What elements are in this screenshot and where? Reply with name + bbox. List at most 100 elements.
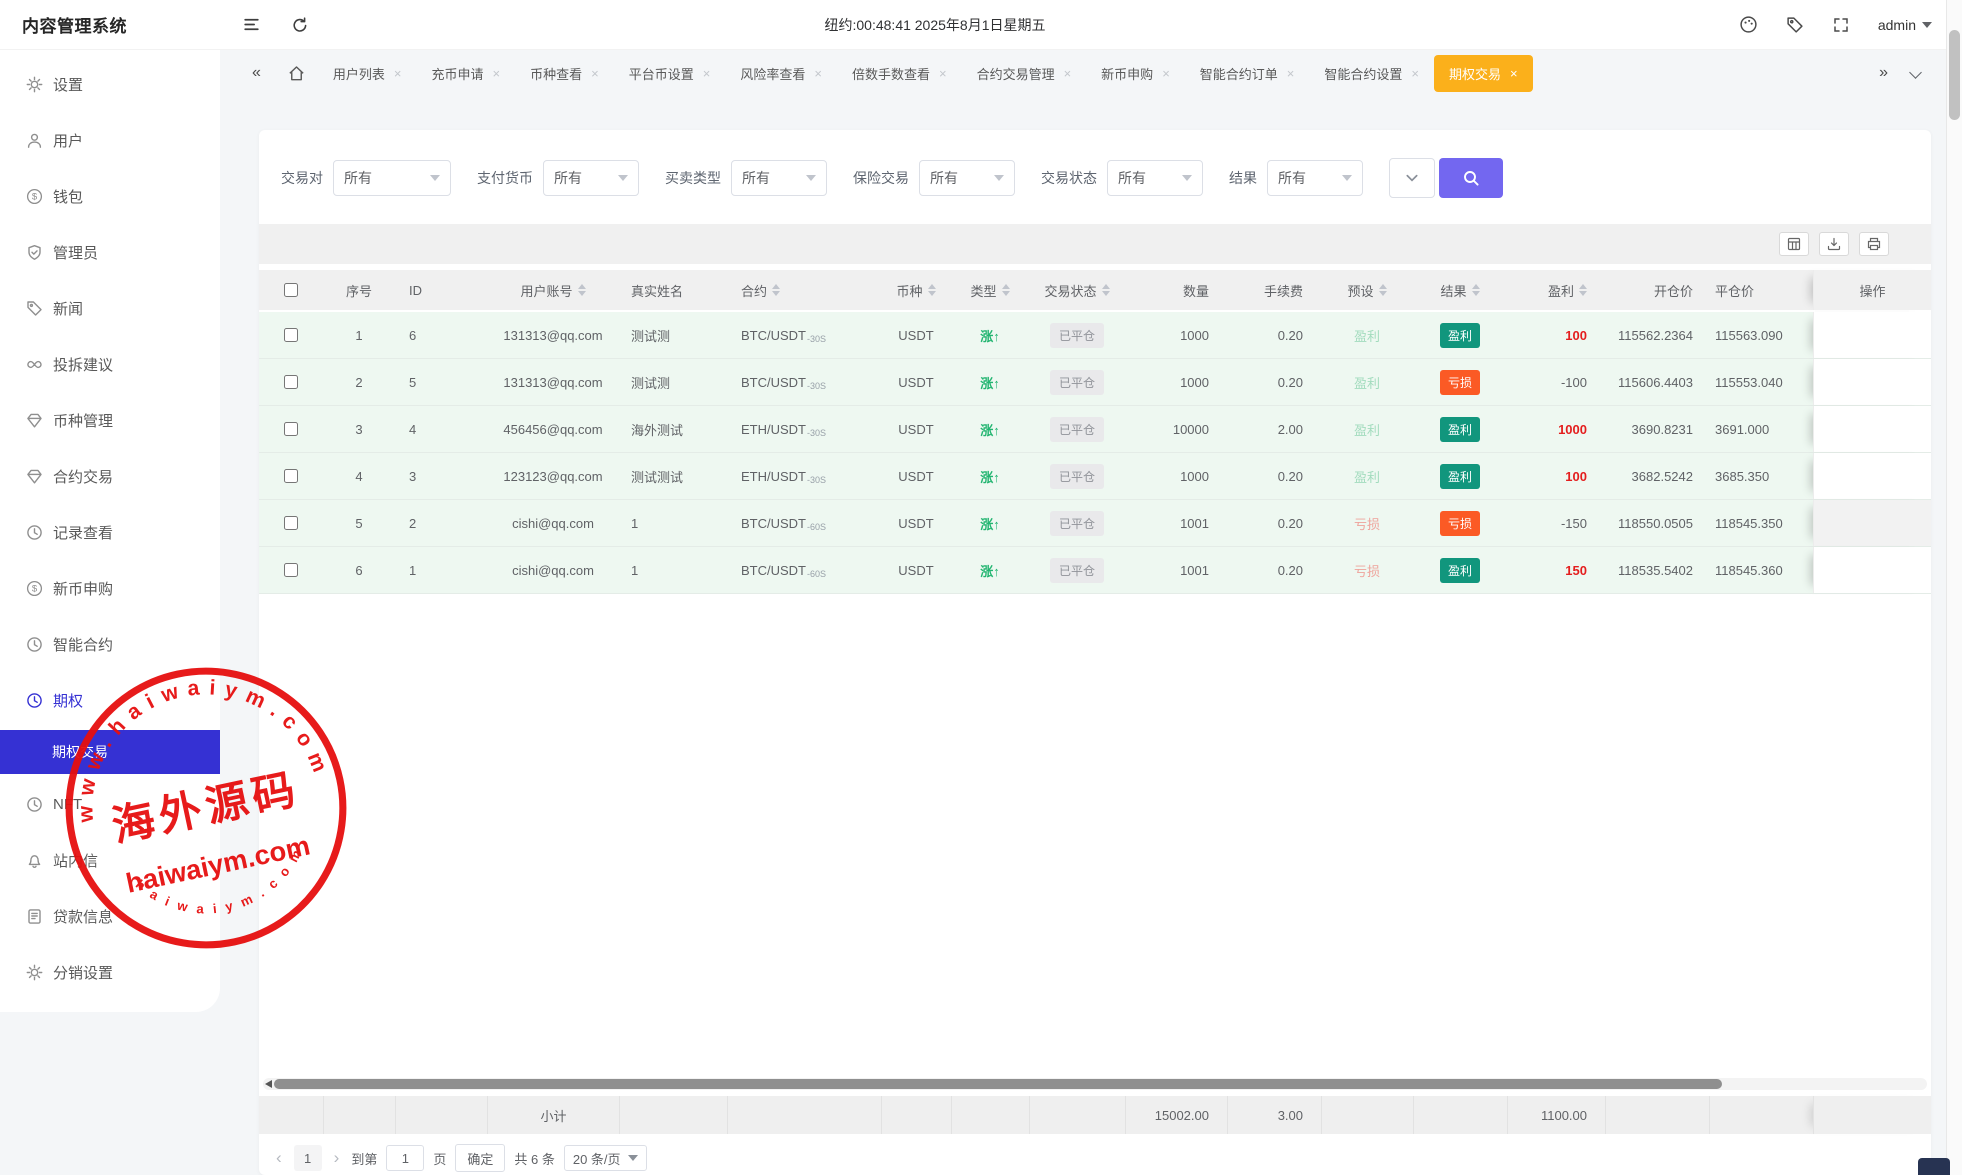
tab-item[interactable]: 倍数手数查看× [837,55,962,92]
close-icon[interactable]: × [1064,67,1072,80]
sort-icon[interactable] [928,284,936,296]
export-icon[interactable] [1819,232,1849,256]
sort-icon[interactable] [578,284,586,296]
tab-item[interactable]: 充币申请× [417,55,516,92]
column-header[interactable]: 预设 [1321,270,1413,310]
page-number[interactable]: 1 [294,1145,322,1171]
sidebar-item-new-coin[interactable]: 新币申购 [0,560,220,616]
row-checkbox[interactable] [284,328,298,342]
scroll-left-arrow-icon[interactable] [265,1080,272,1088]
tab-item[interactable]: 风险率查看× [725,55,837,92]
column-header[interactable]: 开仓价 [1605,270,1709,310]
sort-icon[interactable] [772,284,780,296]
history-icon [26,524,43,541]
theme-icon[interactable] [1739,15,1758,34]
close-icon[interactable]: × [1510,67,1518,80]
filter-select-trade-type[interactable]: 所有 [731,160,827,196]
sidebar-item-settings[interactable]: 设置 [0,56,220,112]
filter-select-insurance[interactable]: 所有 [919,160,1015,196]
sidebar-item-wallet[interactable]: 钱包 [0,168,220,224]
sort-icon[interactable] [1579,284,1587,296]
close-icon[interactable]: × [591,67,599,80]
row-checkbox[interactable] [284,469,298,483]
vertical-scrollbar[interactable] [1946,0,1962,1175]
tabs-scroll-left-icon[interactable]: « [252,64,259,82]
goto-page-input[interactable] [386,1145,424,1171]
tag-icon[interactable] [1786,16,1804,34]
print-icon[interactable] [1859,232,1889,256]
expand-filters-button[interactable] [1389,158,1435,198]
sidebar-item-feedback[interactable]: 投拆建议 [0,336,220,392]
tab-item[interactable]: 合约交易管理× [962,55,1087,92]
subtotal-cell [1605,1096,1709,1134]
horizontal-scrollbar-thumb[interactable] [274,1079,1722,1089]
vertical-scrollbar-thumb[interactable] [1949,30,1960,120]
search-button[interactable] [1439,158,1503,198]
select-all-checkbox[interactable] [284,283,298,297]
tab-item[interactable]: 平台币设置× [614,55,726,92]
cell: 亏损 [1321,547,1413,593]
sort-icon[interactable] [1102,284,1110,296]
sort-icon[interactable] [1472,284,1480,296]
column-header[interactable]: 交易状态 [1029,270,1125,310]
fullscreen-icon[interactable] [1832,16,1850,34]
columns-icon[interactable] [1779,232,1809,256]
tabs-dropdown-icon[interactable] [1911,64,1920,82]
close-icon[interactable]: × [1287,67,1295,80]
page-size-select[interactable]: 20 条/页 [564,1145,647,1171]
column-header[interactable]: 币种 [881,270,951,310]
sidebar-item-records[interactable]: 记录查看 [0,504,220,560]
close-icon[interactable]: × [1162,67,1170,80]
user-menu[interactable]: admin [1878,17,1932,33]
confirm-button[interactable]: 确定 [455,1144,505,1172]
sort-icon[interactable] [1002,284,1010,296]
column-header[interactable]: 序号 [323,270,395,310]
tab-item[interactable]: 智能合约设置× [1309,55,1434,92]
column-header[interactable]: ID [395,270,487,310]
sidebar-item-users[interactable]: 用户 [0,112,220,168]
filter-select-result[interactable]: 所有 [1267,160,1363,196]
column-header[interactable]: 结果 [1413,270,1507,310]
tab-item[interactable]: 期权交易× [1434,55,1533,92]
row-checkbox[interactable] [284,422,298,436]
refresh-icon[interactable] [291,16,309,34]
tab-item[interactable]: 用户列表× [318,55,417,92]
status-badge: 已平仓 [1050,511,1104,536]
tabs-scroll-right-icon[interactable]: » [1879,64,1886,82]
filter-select-trade-status[interactable]: 所有 [1107,160,1203,196]
close-icon[interactable]: × [493,67,501,80]
column-header[interactable]: 用户账号 [487,270,619,310]
row-checkbox[interactable] [284,516,298,530]
column-header[interactable]: 合约 [727,270,881,310]
collapse-sidebar-icon[interactable] [242,15,261,34]
sidebar-item-admins[interactable]: 管理员 [0,224,220,280]
back-to-top-button[interactable] [1918,1158,1950,1175]
row-checkbox[interactable] [284,375,298,389]
tab-item[interactable]: 币种查看× [515,55,614,92]
sidebar-item-news[interactable]: 新闻 [0,280,220,336]
column-header[interactable]: 类型 [951,270,1029,310]
close-icon[interactable]: × [394,67,402,80]
horizontal-scrollbar[interactable] [263,1078,1927,1090]
sidebar-item-coin-manage[interactable]: 币种管理 [0,392,220,448]
close-icon[interactable]: × [939,67,947,80]
column-header[interactable]: 盈利 [1507,270,1605,310]
home-icon[interactable] [287,64,306,83]
column-header[interactable]: 真实姓名 [619,270,727,310]
close-icon[interactable]: × [1411,67,1419,80]
tab-item[interactable]: 智能合约订单× [1185,55,1310,92]
sort-icon[interactable] [1379,284,1387,296]
next-page-icon[interactable]: › [331,1148,343,1168]
close-icon[interactable]: × [703,67,711,80]
column-header[interactable]: 手续费 [1227,270,1321,310]
row-checkbox[interactable] [284,563,298,577]
column-header[interactable]: 数量 [1125,270,1227,310]
column-header[interactable]: 操作 [1813,270,1931,310]
filter-select-trading-pair[interactable]: 所有 [333,160,451,196]
filter-select-pay-currency[interactable]: 所有 [543,160,639,196]
tab-item[interactable]: 新币申购× [1086,55,1185,92]
prev-page-icon[interactable]: ‹ [273,1148,285,1168]
column-header[interactable]: 平仓价 [1709,270,1813,310]
close-icon[interactable]: × [814,67,822,80]
sidebar-item-contract-trade[interactable]: 合约交易 [0,448,220,504]
